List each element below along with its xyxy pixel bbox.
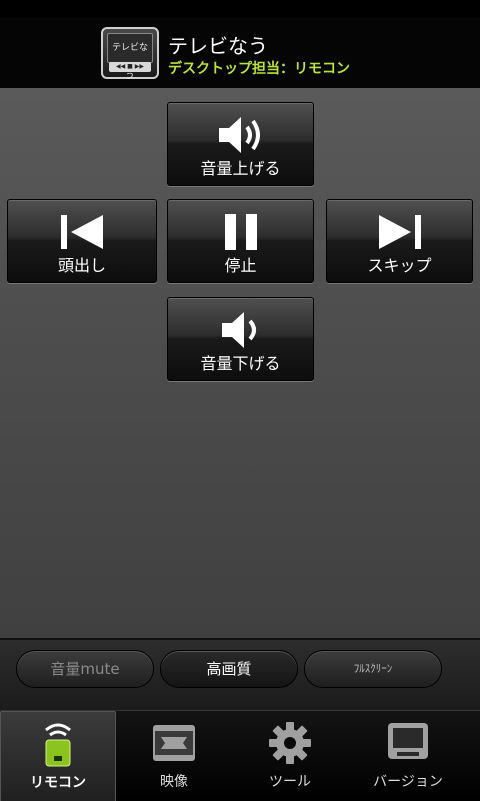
remote-icon (1, 720, 115, 768)
tab-video[interactable]: 映像 (116, 711, 232, 801)
skip-back-icon (8, 210, 156, 254)
app-header: テレビなう ◀◀ ■ ▶▶ テレビなう デスクトップ担当：リモコン (0, 18, 480, 89)
stop-button[interactable]: 停止 (167, 199, 314, 283)
volume-down-icon (168, 308, 313, 352)
volume-down-label: 音量下げる (200, 354, 281, 373)
tab-remote[interactable]: リモコン (0, 711, 116, 801)
volume-up-label: 音量上げる (200, 159, 281, 178)
mute-toggle[interactable]: 音量mute (16, 650, 154, 688)
tab-tools[interactable]: ツール (232, 711, 348, 801)
tab-video-label: 映像 (160, 774, 188, 790)
video-icon (116, 719, 232, 767)
volume-up-icon (168, 113, 313, 157)
skip-forward-label: スキップ (367, 256, 432, 275)
remote-panel: 音量上げる 頭出し 停止 スキップ 音量下げる (0, 88, 480, 638)
skip-forward-button[interactable]: スキップ (326, 199, 473, 283)
app-title: テレビなう (168, 34, 268, 58)
app-subtitle: デスクトップ担当：リモコン (168, 61, 350, 77)
tab-version[interactable]: バージョン (348, 711, 468, 801)
tab-bar: リモコン 映像 ツール バージョン (0, 710, 480, 801)
skip-back-button[interactable]: 頭出し (7, 199, 157, 283)
monitor-icon (348, 719, 468, 767)
volume-up-button[interactable]: 音量上げる (167, 102, 314, 186)
app-tv-icon: テレビなう ◀◀ ■ ▶▶ (101, 27, 159, 81)
fullscreen-toggle[interactable]: ﾌﾙｽｸﾘｰﾝ (304, 650, 442, 688)
options-bar: 音量mute 高画質 ﾌﾙｽｸﾘｰﾝ (0, 638, 480, 712)
tab-remote-label: リモコン (30, 775, 86, 791)
gear-icon (232, 719, 348, 767)
skip-back-label: 頭出し (57, 256, 106, 275)
tab-tools-label: ツール (269, 774, 311, 790)
pause-icon (168, 210, 313, 254)
app-icon-controls: ◀◀ ■ ▶▶ (109, 62, 151, 72)
volume-down-button[interactable]: 音量下げる (167, 297, 314, 381)
stop-label: 停止 (224, 256, 257, 275)
status-bar (0, 0, 480, 18)
tab-version-label: バージョン (373, 774, 443, 790)
app-icon-screen-text: テレビなう (107, 33, 153, 81)
skip-forward-icon (327, 210, 472, 254)
high-quality-toggle[interactable]: 高画質 (160, 650, 298, 688)
